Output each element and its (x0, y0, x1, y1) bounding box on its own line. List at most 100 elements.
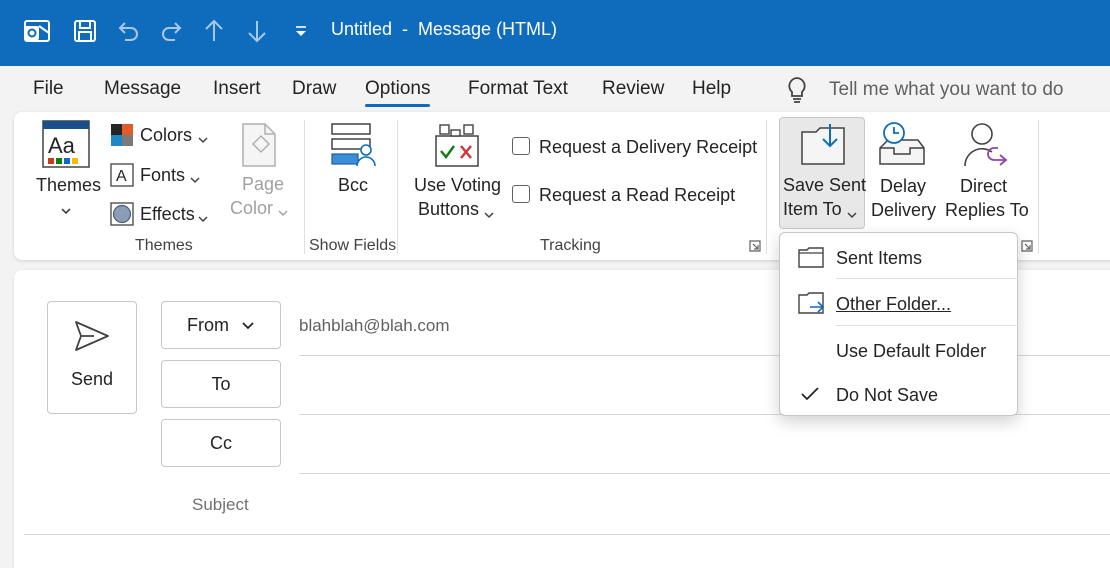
themes-button[interactable]: Aa Themes (30, 117, 102, 227)
bcc-button[interactable]: Bcc (320, 120, 382, 230)
menu-divider (836, 325, 1018, 326)
tab-message[interactable]: Message (104, 78, 181, 100)
undo-icon[interactable] (113, 15, 143, 47)
fonts-label: Fonts (140, 165, 186, 185)
delivery-receipt-label: Request a Delivery Receipt (539, 137, 758, 157)
subject-divider (24, 534, 1110, 535)
menu-item-label: Other Folder... (836, 294, 952, 314)
menu-item-sent-items[interactable]: Sent Items (780, 235, 1019, 279)
menu-item-do-not-save[interactable]: Do Not Save (780, 372, 1019, 416)
fonts-button[interactable]: A Fonts (108, 162, 218, 190)
fonts-icon: A (110, 163, 134, 192)
tab-review[interactable]: Review (602, 78, 664, 100)
outlook-icon[interactable] (22, 15, 52, 47)
lightbulb-icon[interactable] (786, 76, 808, 109)
tab-draw[interactable]: Draw (292, 78, 336, 100)
group-divider (397, 120, 398, 254)
save-sent-item-menu: Sent Items Other Folder... Use Default F… (779, 232, 1018, 416)
effects-icon (110, 202, 134, 231)
delivery-receipt-checkbox-row[interactable]: Request a Delivery Receipt (510, 135, 760, 161)
cc-input[interactable] (299, 419, 1110, 471)
chevron-down-icon (198, 131, 208, 149)
menu-item-label: Use Default Folder (836, 341, 987, 361)
checkmark-icon (800, 386, 820, 407)
menu-item-use-default-folder[interactable]: Use Default Folder (780, 328, 1019, 372)
bcc-label: Bcc (338, 175, 369, 195)
colors-label: Colors (140, 125, 193, 145)
themes-label: Themes (36, 175, 102, 195)
chevron-down-icon (241, 315, 255, 336)
chevron-down-icon (60, 203, 72, 221)
redo-icon[interactable] (157, 15, 187, 47)
tab-options[interactable]: Options (365, 78, 431, 107)
group-divider (304, 120, 305, 254)
from-address: blahblah@blah.com (299, 316, 450, 335)
menu-item-label: Sent Items (836, 248, 923, 268)
show-fields-group-label: Show Fields (309, 237, 397, 254)
folder-move-icon (798, 291, 826, 320)
chevron-down-icon (198, 210, 208, 228)
up-arrow-icon[interactable] (199, 15, 229, 47)
send-label: Send (70, 368, 114, 389)
title-bar: Untitled - Message (HTML) (0, 0, 1110, 66)
colors-icon (110, 123, 134, 152)
menu-item-label: Do Not Save (836, 385, 939, 405)
svg-text:Aa: Aa (48, 133, 76, 158)
delivery-receipt-checkbox[interactable] (512, 137, 530, 155)
themes-icon: Aa (42, 120, 90, 173)
to-label: To (211, 373, 231, 394)
direct-replies-icon (962, 120, 1010, 173)
direct-replies-to-button[interactable]: Direct Replies To (942, 118, 1029, 228)
direct-label-2: Replies To (945, 200, 1029, 220)
save-sent-item-to-button[interactable]: Save Sent Item To (779, 117, 867, 229)
delay-delivery-button[interactable]: Delay Delivery (870, 118, 938, 228)
down-arrow-icon[interactable] (242, 15, 272, 47)
send-button[interactable]: Send (47, 301, 137, 414)
save-sent-folder-icon (800, 122, 846, 171)
tab-format-text[interactable]: Format Text (468, 78, 568, 100)
cc-button[interactable]: Cc (161, 419, 281, 467)
read-receipt-label: Request a Read Receipt (539, 185, 736, 205)
colors-button[interactable]: Colors (108, 122, 218, 150)
svg-text:A: A (116, 168, 127, 185)
tab-help[interactable]: Help (692, 78, 731, 100)
customize-qat-icon[interactable] (286, 15, 316, 47)
page-color-label-2: Color (230, 198, 274, 218)
ribbon-tabs: File Message Insert Draw Options Format … (0, 66, 1110, 112)
delay-label-2: Delivery (871, 200, 937, 220)
tell-me-search[interactable]: Tell me what you want to do (829, 79, 1063, 101)
cc-label: Cc (210, 432, 232, 453)
folder-icon (798, 246, 824, 273)
delay-delivery-icon (878, 120, 926, 173)
effects-button[interactable]: Effects (108, 201, 218, 229)
to-button[interactable]: To (161, 360, 281, 408)
chevron-down-icon (190, 171, 200, 189)
voting-label-2: Buttons (418, 199, 480, 219)
bcc-icon (330, 122, 376, 173)
tracking-group-label: Tracking (540, 237, 601, 254)
menu-divider (836, 278, 1018, 279)
effects-label: Effects (140, 204, 195, 224)
chevron-down-icon (484, 206, 494, 224)
from-button[interactable]: From (161, 301, 281, 349)
read-receipt-checkbox[interactable] (512, 185, 530, 203)
tab-file[interactable]: File (33, 78, 64, 100)
dialog-launcher-icon[interactable] (749, 239, 761, 252)
from-label: From (187, 314, 229, 335)
read-receipt-checkbox-row[interactable]: Request a Read Receipt (510, 183, 760, 209)
chevron-down-icon (278, 204, 288, 222)
menu-item-other-folder[interactable]: Other Folder... (780, 281, 1019, 325)
chevron-down-icon (847, 206, 857, 224)
tab-insert[interactable]: Insert (213, 78, 261, 100)
themes-group-label: Themes (135, 237, 193, 254)
dialog-launcher-icon[interactable] (1021, 239, 1033, 252)
window-title: Untitled - Message (HTML) (331, 19, 558, 39)
save-icon[interactable] (70, 15, 100, 47)
direct-label-1: Direct (960, 176, 1008, 196)
save-sent-label-1: Save Sent (783, 175, 867, 195)
subject-input[interactable] (299, 480, 1110, 532)
use-voting-buttons[interactable]: Use Voting Buttons (410, 120, 506, 230)
group-divider (766, 120, 767, 254)
page-color-label-1: Page (242, 174, 285, 194)
page-color-button[interactable]: Page Color (224, 120, 296, 230)
